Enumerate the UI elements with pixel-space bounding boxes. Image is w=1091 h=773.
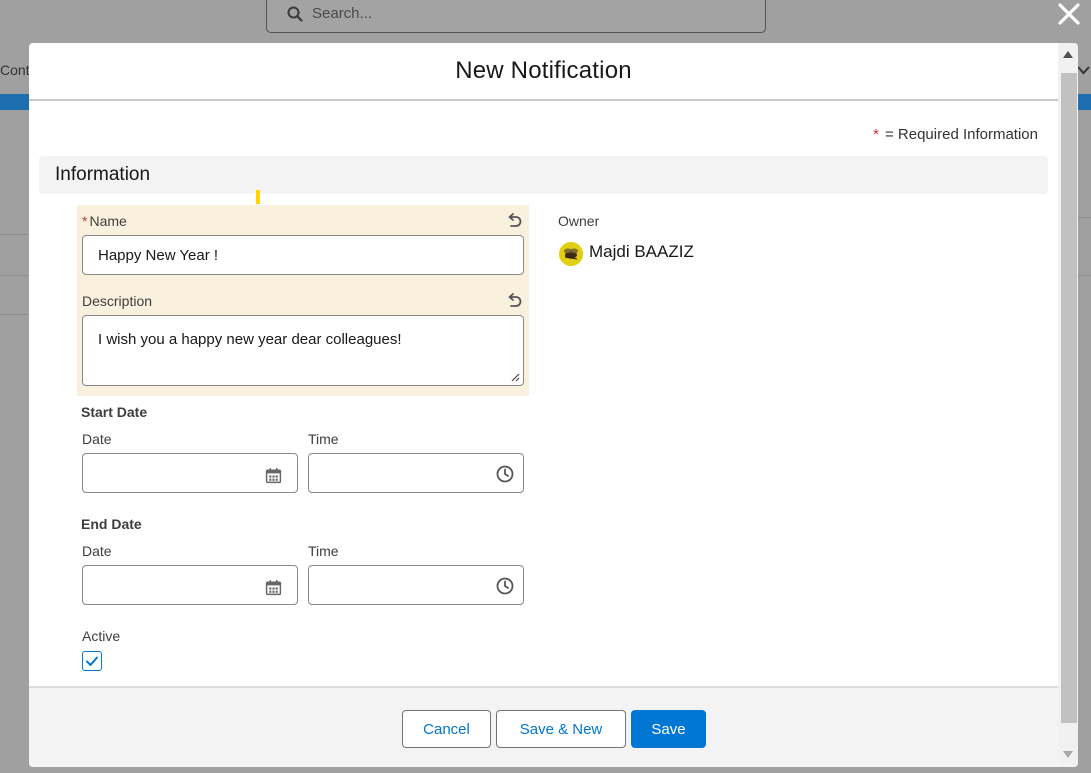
start-time-input[interactable] <box>308 453 524 493</box>
scrollbar-thumb[interactable] <box>1061 73 1077 723</box>
scroll-down-arrow-icon[interactable] <box>1063 751 1073 758</box>
owner-name-link[interactable]: Majdi BAAZIZ <box>589 242 694 262</box>
owner-avatar <box>559 242 583 266</box>
background-tab-text: Cont <box>0 62 30 78</box>
active-label: Active <box>82 628 121 644</box>
owner-label: Owner <box>558 213 600 229</box>
save-button[interactable]: Save <box>631 710 706 748</box>
end-date-heading: End Date <box>81 516 142 532</box>
required-information-legend: * = Required Information <box>873 126 1038 143</box>
modal-footer: Cancel Save & New Save <box>29 686 1058 767</box>
required-information-text: = Required Information <box>884 126 1038 143</box>
name-label: * Name <box>82 213 127 229</box>
search-icon <box>287 6 303 22</box>
active-checkbox[interactable] <box>82 651 102 671</box>
modal-title: New Notification <box>455 57 632 84</box>
save-and-new-button[interactable]: Save & New <box>496 710 626 748</box>
start-date-label: Date <box>82 431 112 447</box>
section-title: Information <box>55 164 151 185</box>
background-divider <box>1078 217 1091 218</box>
modal-scrollbar[interactable] <box>1058 43 1078 767</box>
change-indicator <box>256 190 260 204</box>
background-divider <box>1078 275 1091 276</box>
global-search-bar: Search... <box>266 0 766 33</box>
modal-header: New Notification <box>29 43 1058 101</box>
end-time-label: Time <box>308 543 339 559</box>
section-information-header[interactable]: Information <box>39 156 1048 194</box>
search-placeholder: Search... <box>312 5 373 22</box>
name-input[interactable]: Happy New Year ! <box>82 235 524 275</box>
start-time-label: Time <box>308 431 339 447</box>
end-time-input[interactable] <box>308 565 524 605</box>
name-label-text: Name <box>89 213 127 229</box>
checkmark-icon <box>86 656 98 666</box>
undo-icon[interactable] <box>505 212 523 230</box>
background-divider <box>0 314 29 315</box>
background-divider <box>0 234 29 235</box>
cancel-button[interactable]: Cancel <box>402 710 491 748</box>
required-star: * <box>873 126 879 143</box>
undo-icon[interactable] <box>505 292 523 310</box>
scroll-up-arrow-icon[interactable] <box>1063 51 1073 58</box>
resize-handle-icon[interactable] <box>510 372 520 382</box>
start-date-heading: Start Date <box>81 404 148 420</box>
bee-avatar-icon <box>559 242 583 266</box>
clock-icon[interactable] <box>496 465 514 483</box>
chevron-down-icon <box>1077 66 1090 75</box>
calendar-icon[interactable] <box>265 467 282 484</box>
clock-icon[interactable] <box>496 577 514 595</box>
description-textarea[interactable]: I wish you a happy new year dear colleag… <box>82 315 524 386</box>
calendar-icon[interactable] <box>265 579 282 596</box>
new-notification-modal: New Notification * = Required Information… <box>29 43 1078 767</box>
description-label: Description <box>82 293 153 309</box>
close-modal-icon[interactable] <box>1056 1 1082 27</box>
background-banner <box>0 94 29 110</box>
description-value: I wish you a happy new year dear colleag… <box>98 331 402 348</box>
end-date-label: Date <box>82 543 112 559</box>
name-required-star: * <box>82 213 88 229</box>
background-divider <box>0 275 29 276</box>
